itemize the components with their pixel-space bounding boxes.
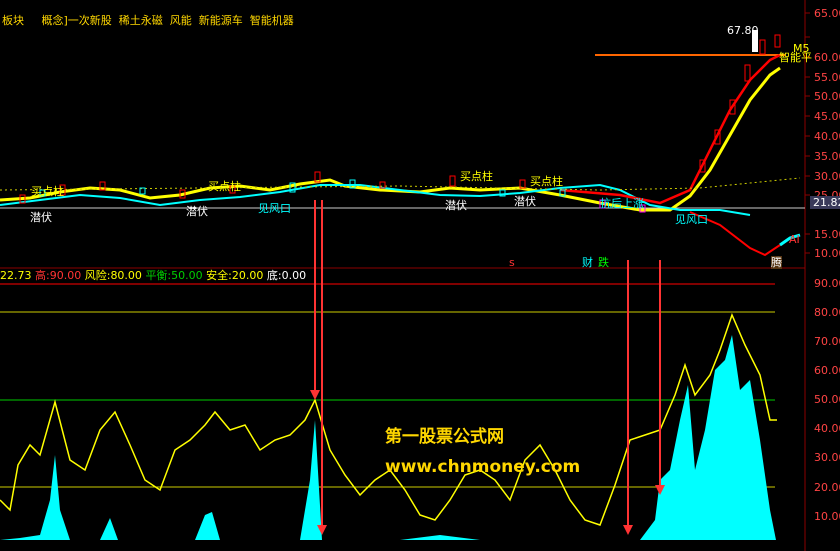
ind-tick-10: 10.00 xyxy=(814,510,840,523)
wind-label-1: 见风口 xyxy=(258,202,291,215)
signal-arrow-head xyxy=(310,390,320,400)
balance-value: 50.00 xyxy=(171,269,203,282)
header-item-board[interactable]: 板块 xyxy=(2,14,24,27)
price-tick-30: 30.00 xyxy=(814,170,840,183)
anti-rise-label: 抗后上涨 xyxy=(600,197,644,210)
ind-tick-90: 90.00 xyxy=(814,277,840,290)
watermark-url: www.chnmoney.com xyxy=(385,457,581,477)
dragon-label-3: 潜伏 xyxy=(445,199,467,212)
teng-marker: 腾 xyxy=(771,256,782,269)
dragon-label-1: 潜伏 xyxy=(30,211,52,224)
price-tick-15: 15.00 xyxy=(814,228,840,241)
safe-value: 20.00 xyxy=(231,269,264,282)
candle xyxy=(774,34,781,48)
indicator-value: 22.73 xyxy=(0,269,32,282)
price-tick-10: 10.00 xyxy=(814,247,840,260)
buy-point-label-4: 买点柱 xyxy=(530,175,563,188)
bottom-label: 底: xyxy=(266,269,282,282)
safe-label: 安全: xyxy=(206,269,232,282)
candle xyxy=(744,64,751,82)
price-tick-40: 40.00 xyxy=(814,130,840,143)
ai-label: AI xyxy=(789,233,800,246)
ma-dotted-line xyxy=(0,177,801,191)
header-bar: 板块 概念]一次新股 稀土永磁 风能 新能源车 智能机器 xyxy=(2,14,294,27)
dragon-label-2: 潜伏 xyxy=(186,205,208,218)
price-tick-50: 50.00 xyxy=(814,90,840,103)
candles xyxy=(19,30,781,213)
header-item-wind[interactable]: 风能 xyxy=(170,14,192,27)
gao-value: 90.00 xyxy=(49,269,82,282)
price-tick-65: 65.00 xyxy=(814,7,840,20)
candle xyxy=(449,175,456,187)
watermark-title: 第一股票公式网 xyxy=(385,427,504,447)
buy-point-label-1: 买点柱 xyxy=(31,185,64,198)
ind-tick-30: 30.00 xyxy=(814,451,840,464)
buy-point-label-2: 买点柱 xyxy=(208,180,241,193)
header-item-concept[interactable]: 概念]一次新股 xyxy=(41,14,111,27)
wind-label-2: 见风口 xyxy=(675,213,708,226)
gao-label: 高: xyxy=(35,269,50,282)
header-item-ev[interactable]: 新能源车 xyxy=(199,14,243,27)
header-item-robot[interactable]: 智能机器 xyxy=(250,14,294,27)
ind-tick-50: 50.00 xyxy=(814,393,840,406)
ind-tick-60: 60.00 xyxy=(814,364,840,377)
s-marker: s xyxy=(509,256,515,269)
die-marker: 跌 xyxy=(598,256,609,269)
zhineng-label: 智能平 xyxy=(779,51,812,64)
ind-tick-20: 20.00 xyxy=(814,481,840,494)
header-item-rare-earth[interactable]: 稀土永磁 xyxy=(119,14,163,27)
caili-marker: 财 xyxy=(582,256,593,269)
ma-red-line xyxy=(559,53,781,205)
indicator-header: 22.73 高:90.00 风险:80.00 平衡:50.00 安全:20.00… xyxy=(0,269,306,282)
dragon-label-4: 潜伏 xyxy=(514,195,536,208)
price-tick-35: 35.00 xyxy=(814,150,840,163)
candle xyxy=(759,39,766,55)
signal-arrow-head xyxy=(623,525,633,535)
signal-arrows xyxy=(310,200,665,535)
price-tick-60: 60.00 xyxy=(814,51,840,64)
balance-label: 平衡: xyxy=(145,269,172,282)
buy-point-label-3: 买点柱 xyxy=(460,170,493,183)
risk-value: 80.00 xyxy=(110,269,142,282)
peak-price-label: 67.80 xyxy=(727,24,759,37)
price-tick-55: 55.00 xyxy=(814,71,840,84)
ind-tick-80: 80.00 xyxy=(814,306,840,319)
bottom-value: 0.00 xyxy=(281,269,307,282)
risk-label: 风险: xyxy=(84,269,111,282)
ind-tick-40: 40.00 xyxy=(814,422,840,435)
ind-tick-70: 70.00 xyxy=(814,335,840,348)
price-tick-45: 45.00 xyxy=(814,110,840,123)
current-price-tag: 21.82 xyxy=(810,196,840,209)
